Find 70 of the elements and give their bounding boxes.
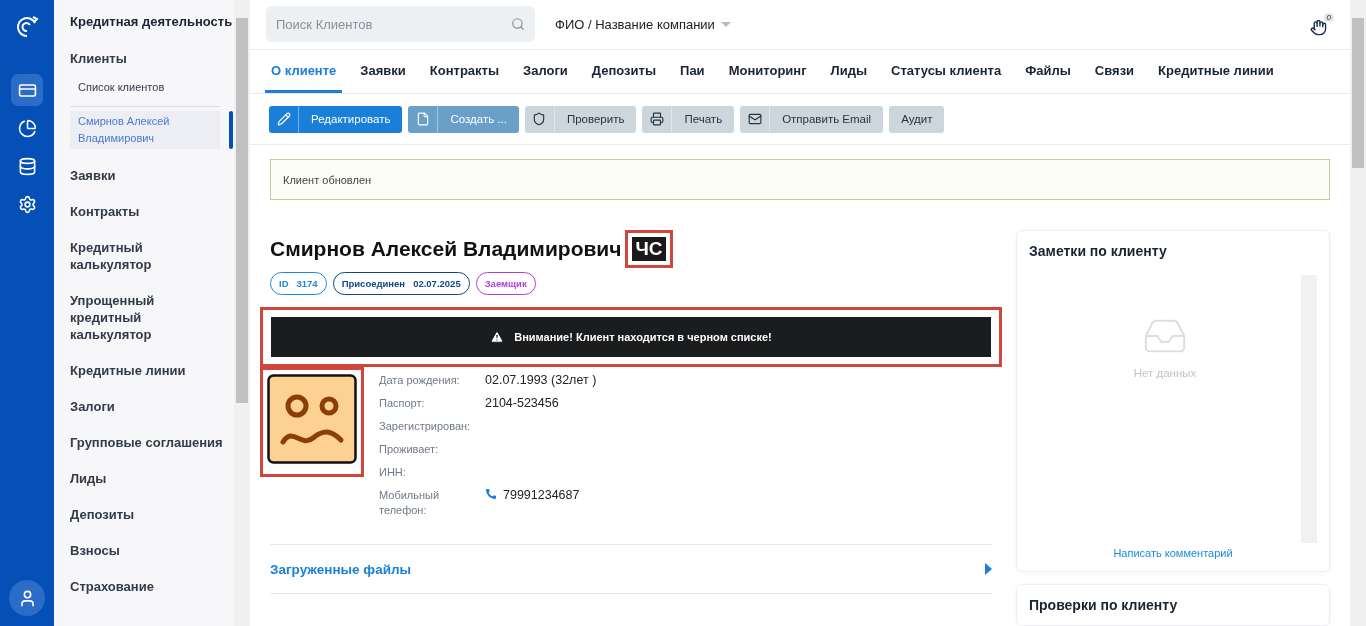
- search-mode-dropdown[interactable]: ФИО / Название компании: [555, 16, 731, 32]
- tab[interactable]: Залоги: [517, 49, 574, 94]
- files-section[interactable]: Загруженные файлы: [270, 544, 992, 594]
- field-label: ИНН:: [379, 465, 407, 480]
- toolbar-button[interactable]: Аудит: [889, 105, 945, 133]
- settings-icon: [17, 194, 37, 214]
- sidebar-item[interactable]: Залоги: [70, 398, 234, 415]
- notification-count: 0: [1323, 12, 1334, 22]
- write-comment-link[interactable]: Написать комментарий: [1029, 547, 1317, 559]
- toolbar-button[interactable]: Редактировать: [269, 105, 403, 133]
- field-label: Зарегистрирован:: [379, 419, 472, 434]
- active-indicator: [229, 111, 233, 149]
- phone-icon: [485, 488, 497, 500]
- tab[interactable]: Контракты: [423, 49, 506, 94]
- file-icon: [415, 112, 430, 127]
- shield-icon: [532, 112, 547, 127]
- toolbar-button[interactable]: Проверить: [524, 105, 637, 133]
- pie-chart-icon: [17, 118, 37, 138]
- mail-icon: [747, 112, 762, 127]
- sidebar-item[interactable]: Лиды: [70, 470, 234, 487]
- user-avatar[interactable]: [9, 580, 45, 616]
- warning-text: Внимание! Клиент находится в черном списке!: [514, 331, 772, 343]
- card-title: Проверки по клиенту: [1029, 597, 1179, 613]
- page-scrollbar[interactable]: [1350, 0, 1366, 626]
- sidebar-item[interactable]: Страхование: [70, 578, 234, 595]
- tab[interactable]: Статусы клиента: [885, 49, 1008, 94]
- sidebar-item[interactable]: Групповые соглашения: [70, 434, 234, 451]
- field-label: Мобильный телефон:: [379, 488, 441, 518]
- search-icon: [511, 17, 525, 32]
- rail-button[interactable]: [11, 74, 43, 106]
- sidebar-item[interactable]: Депозиты: [70, 506, 234, 523]
- field-value: 2104-523456: [485, 396, 559, 410]
- tab[interactable]: Заявки: [354, 49, 412, 94]
- sidebar-item[interactable]: Клиенты: [70, 50, 234, 67]
- sidebar-item[interactable]: Упрощенный кредитный калькулятор: [70, 292, 234, 343]
- sidebar-item[interactable]: Кредитные линии: [70, 362, 234, 379]
- warning-icon: [490, 330, 505, 344]
- sidebar-item[interactable]: Контракты: [70, 203, 234, 220]
- sidebar-item[interactable]: Взносы: [70, 542, 234, 559]
- blacklist-badge: ЧС: [632, 237, 666, 261]
- field-value: 79991234687: [503, 488, 580, 502]
- toolbar-button[interactable]: Печать: [642, 105, 735, 133]
- tab[interactable]: Лиды: [824, 49, 874, 94]
- tab[interactable]: Кредитные линии: [1152, 49, 1280, 94]
- field-label: Проживает:: [379, 442, 440, 457]
- sidebar-title: Кредитная деятельность: [70, 13, 234, 31]
- sidebar-subitem[interactable]: Список клиентов: [70, 77, 220, 98]
- search-field[interactable]: Поиск Клиентов: [266, 6, 535, 43]
- printer-icon: [649, 112, 664, 127]
- tab[interactable]: Связи: [1088, 49, 1141, 94]
- tab[interactable]: О клиенте: [265, 49, 343, 94]
- sidebar-scrollbar[interactable]: [234, 0, 250, 626]
- tab[interactable]: Паи: [674, 49, 711, 94]
- sidebar-item[interactable]: Кредитный калькулятор: [70, 239, 234, 273]
- empty-text: Нет данных: [1133, 367, 1197, 379]
- field-label: Дата рождения:: [379, 373, 461, 388]
- tab[interactable]: Мониторинг: [722, 49, 813, 94]
- toolbar-button[interactable]: Отправить Email: [740, 105, 884, 133]
- field-value: 02.07.1993 (32лет ): [485, 373, 597, 387]
- expand-icon: [985, 563, 992, 575]
- card-title: Заметки по клиенту: [1029, 243, 1168, 259]
- success-notice: Клиент обновлен: [270, 159, 1330, 200]
- sidebar-item[interactable]: Заявки: [70, 167, 234, 184]
- tab[interactable]: Депозиты: [585, 49, 663, 94]
- tab[interactable]: Файлы: [1019, 49, 1077, 94]
- hand-icon[interactable]: [1309, 18, 1327, 36]
- pencil-icon: [276, 112, 291, 127]
- database-icon: [17, 156, 37, 176]
- field-label: Паспорт:: [379, 396, 426, 411]
- client-name: Смирнов Алексей Владимирович: [270, 237, 622, 261]
